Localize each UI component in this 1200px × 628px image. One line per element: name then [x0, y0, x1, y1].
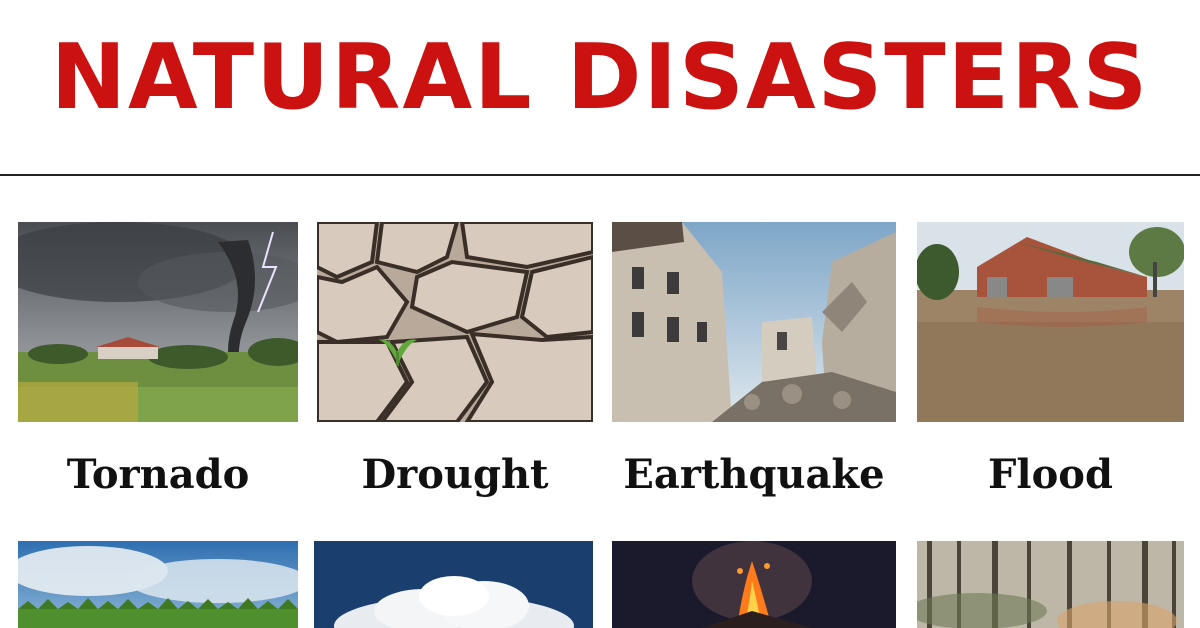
- label-drought: Drought: [361, 451, 549, 498]
- volcano-image: [612, 541, 896, 628]
- label-earthquake: Earthquake: [623, 451, 885, 498]
- tornado-image: [18, 222, 298, 422]
- cloud-image: [314, 541, 593, 628]
- label-tornado: Tornado: [66, 451, 250, 498]
- earthquake-image: [612, 222, 896, 422]
- page-title: NATURAL DISASTERS: [50, 25, 1150, 130]
- header-divider: [0, 174, 1200, 176]
- storm-image: [18, 541, 298, 628]
- flood-image: [917, 222, 1184, 422]
- drought-image: [317, 222, 593, 422]
- wildfire-image: [917, 541, 1184, 628]
- label-flood: Flood: [988, 451, 1113, 498]
